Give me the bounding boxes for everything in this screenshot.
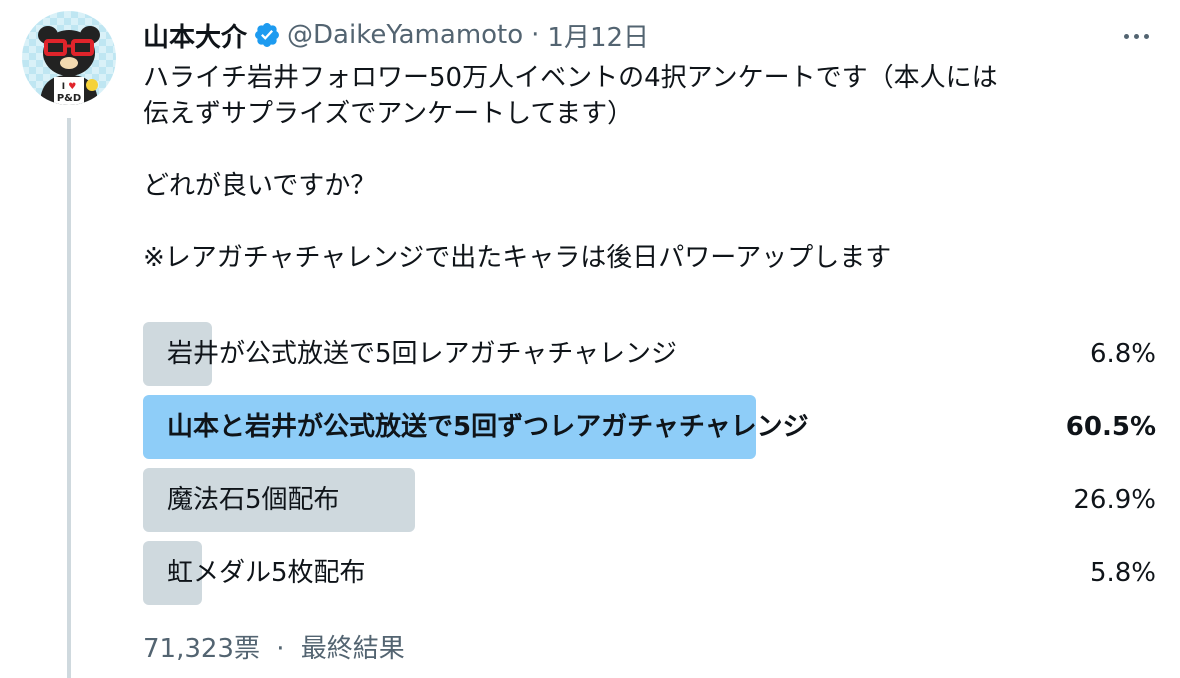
- bear-avatar-icon: I ♥ P&D: [22, 11, 116, 105]
- poll-option: 虹メダル5枚配布 5.8%: [143, 541, 1156, 605]
- poll-footer-separator: ·: [276, 634, 285, 664]
- poll-option: 魔法石5個配布 26.9%: [143, 468, 1156, 532]
- poll-option-percent: 60.5%: [1065, 412, 1156, 442]
- poll-option-percent: 26.9%: [1073, 485, 1156, 515]
- poll-option-label: 魔法石5個配布: [167, 485, 340, 515]
- poll-option-percent: 6.8%: [1089, 339, 1156, 369]
- svg-text:I ♥: I ♥: [62, 82, 77, 92]
- tweet-date[interactable]: 1月12日: [547, 17, 649, 54]
- poll-option-label: 山本と岩井が公式放送で5回ずつレアガチャチャレンジ: [167, 412, 809, 442]
- tweet-header: 山本大介 @DaikeYamamoto · 1月12日: [143, 16, 649, 54]
- author-avatar[interactable]: I ♥ P&D: [22, 11, 116, 105]
- tweet-text: ハライチ岩井フォロワー50万人イベントの4択アンケートです（本人には 伝えずサプ…: [143, 60, 1153, 276]
- poll-option: 岩井が公式放送で5回レアガチャチャレンジ 6.8%: [143, 322, 1156, 386]
- poll-status: 最終結果: [300, 634, 405, 664]
- author-handle[interactable]: @DaikeYamamoto: [287, 20, 523, 50]
- svg-text:P&D: P&D: [57, 93, 81, 104]
- thread-line: [67, 118, 71, 678]
- author-display-name[interactable]: 山本大介: [143, 17, 247, 54]
- tweet-text-line: 伝えずサプライズでアンケートしてます）: [143, 99, 634, 129]
- more-options-icon[interactable]: [1116, 18, 1156, 54]
- verified-badge-icon: [253, 21, 281, 49]
- poll-option-label: 虹メダル5枚配布: [167, 558, 366, 588]
- tweet-text-line: ハライチ岩井フォロワー50万人イベントの4択アンケートです（本人には: [143, 63, 998, 93]
- poll-vote-count: 71,323票: [143, 634, 260, 664]
- poll-option: 山本と岩井が公式放送で5回ずつレアガチャチャレンジ 60.5%: [143, 395, 1156, 459]
- poll-footer: 71,323票 · 最終結果: [143, 628, 405, 665]
- poll-option-percent: 5.8%: [1089, 558, 1156, 588]
- tweet-text-line: どれが良いですか？: [143, 171, 377, 201]
- header-separator: ·: [531, 20, 540, 50]
- poll: 岩井が公式放送で5回レアガチャチャレンジ 6.8% 山本と岩井が公式放送で5回ず…: [143, 322, 1156, 614]
- poll-option-label: 岩井が公式放送で5回レアガチャチャレンジ: [167, 339, 678, 369]
- tweet-text-line: ※レアガチャチャレンジで出たキャラは後日パワーアップします: [143, 243, 892, 273]
